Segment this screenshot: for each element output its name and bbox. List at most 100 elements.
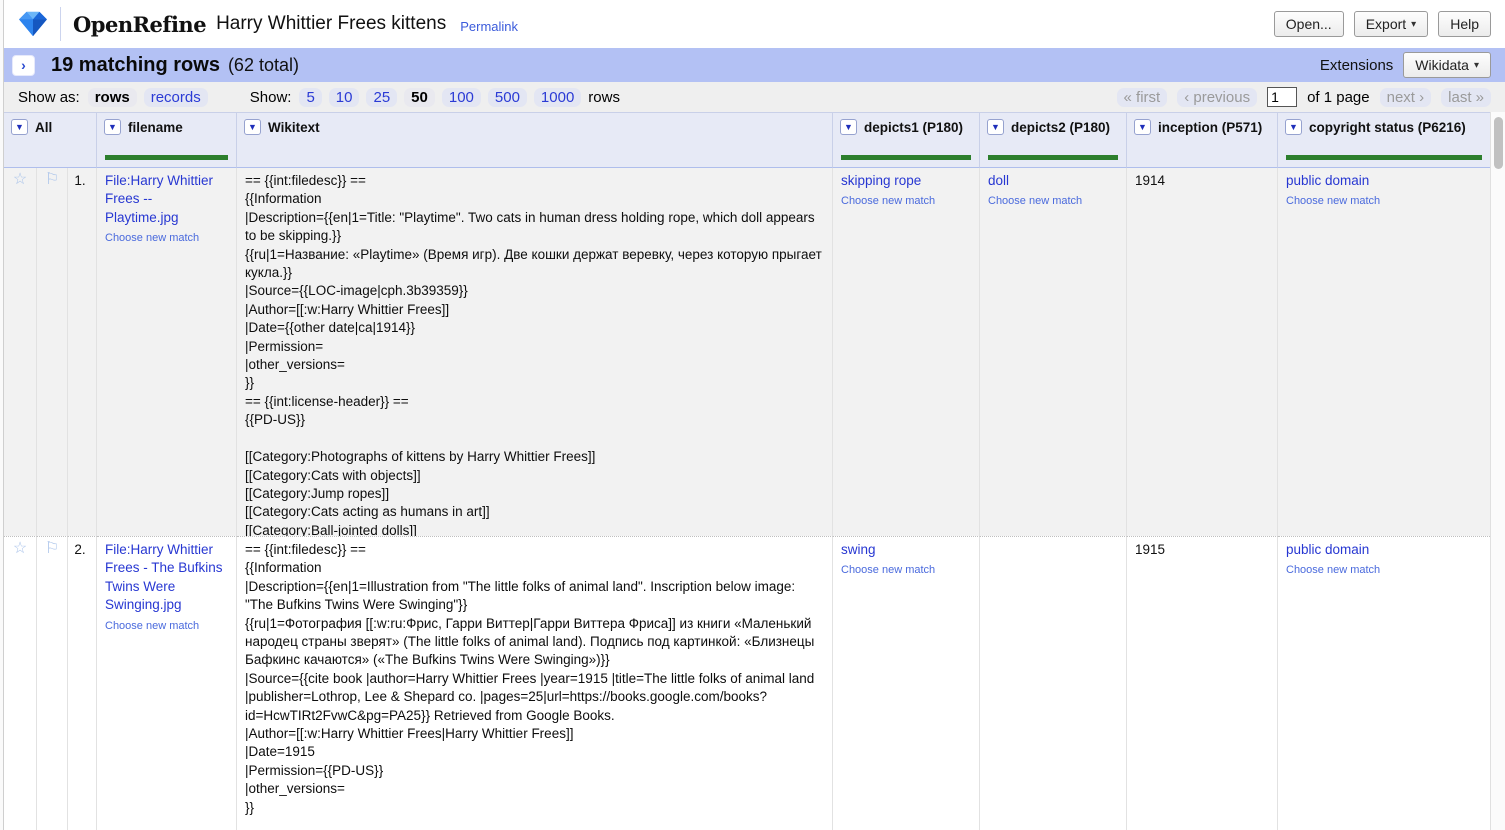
all-column-label: All <box>35 120 52 135</box>
depicts1-column-label: depicts1 (P180) <box>864 120 963 135</box>
filename-link[interactable]: File:Harry Whittier Frees -- Playtime.jp… <box>105 172 228 227</box>
permalink-link[interactable]: Permalink <box>460 19 518 34</box>
depicts1-column-menu-button[interactable]: ▼ <box>840 119 857 135</box>
depicts1-value-link[interactable]: swing <box>841 542 876 557</box>
column-header-depicts1: ▼ depicts1 (P180) <box>833 112 980 168</box>
chevron-down-icon: ▾ <box>1474 60 1479 71</box>
flag-icon[interactable]: ⚐ <box>45 172 59 188</box>
filename-cell: File:Harry Whittier Frees -- Playtime.jp… <box>97 168 237 536</box>
dropdown-icon: ▼ <box>15 123 24 132</box>
star-cell: ☆ <box>4 536 37 830</box>
expand-facet-panel-button[interactable]: › <box>12 55 35 76</box>
page-size-500[interactable]: 500 <box>488 88 527 107</box>
app-name: OpenRefine <box>73 12 206 37</box>
choose-new-match-link[interactable]: Choose new match <box>1286 192 1482 210</box>
choose-new-match-link[interactable]: Choose new match <box>841 561 971 579</box>
column-header-filename: ▼ filename <box>97 112 237 168</box>
depicts2-reconciliation-bar <box>988 155 1118 160</box>
dropdown-icon: ▼ <box>108 123 117 132</box>
vertical-scrollbar[interactable] <box>1490 112 1505 830</box>
logo-divider <box>60 7 61 41</box>
page-size-label: Show: <box>250 89 292 106</box>
total-rows-count: (62 total) <box>228 55 299 76</box>
wikitext-cell[interactable]: == {{int:filedesc}} == {{Information |De… <box>237 536 833 830</box>
copyright-status-reconciliation-bar <box>1286 155 1482 160</box>
summary-bar: › 19 matching rows (62 total) Extensions… <box>4 48 1505 82</box>
choose-new-match-link[interactable]: Choose new match <box>1286 561 1482 579</box>
copyright-status-value-link[interactable]: public domain <box>1286 173 1369 188</box>
show-as-records-option[interactable]: records <box>144 88 208 107</box>
choose-new-match-link[interactable]: Choose new match <box>105 617 228 635</box>
choose-new-match-link[interactable]: Choose new match <box>988 192 1118 210</box>
view-options-bar: Show as: rows records Show: 5 10 25 50 1… <box>4 82 1505 112</box>
star-cell: ☆ <box>4 168 37 536</box>
previous-page-button[interactable]: ‹ previous <box>1177 88 1257 107</box>
filename-reconciliation-bar <box>105 155 228 160</box>
copyright-status-column-label: copyright status (P6216) <box>1309 120 1466 135</box>
dropdown-icon: ▼ <box>1289 123 1298 132</box>
page-size-100[interactable]: 100 <box>442 88 481 107</box>
page-size-50-selected[interactable]: 50 <box>404 88 435 107</box>
copyright-status-cell: public domain Choose new match <box>1278 168 1490 536</box>
page-count-label: of 1 page <box>1307 89 1370 106</box>
last-page-button[interactable]: last » <box>1441 88 1491 107</box>
project-title: Harry Whittier Frees kittens <box>216 13 446 35</box>
flag-cell: ⚐ <box>37 536 68 830</box>
inception-cell[interactable]: 1914 <box>1127 168 1278 536</box>
choose-new-match-link[interactable]: Choose new match <box>105 229 228 247</box>
page-size-5[interactable]: 5 <box>299 88 321 107</box>
open-button[interactable]: Open... <box>1274 11 1344 37</box>
copyright-status-value-link[interactable]: public domain <box>1286 542 1369 557</box>
page-number-input[interactable] <box>1267 87 1297 107</box>
filename-column-label: filename <box>128 120 183 135</box>
wikitext-column-menu-button[interactable]: ▼ <box>244 119 261 135</box>
openrefine-diamond-icon <box>18 11 48 37</box>
depicts2-column-menu-button[interactable]: ▼ <box>987 119 1004 135</box>
filename-column-menu-button[interactable]: ▼ <box>104 119 121 135</box>
page-size-10[interactable]: 10 <box>329 88 360 107</box>
dropdown-icon: ▼ <box>248 123 257 132</box>
page-size-1000[interactable]: 1000 <box>534 88 581 107</box>
inception-cell[interactable]: 1915 <box>1127 536 1278 830</box>
depicts1-cell: skipping rope Choose new match <box>833 168 980 536</box>
wikitext-cell[interactable]: == {{int:filedesc}} == {{Information |De… <box>237 168 833 536</box>
chevron-down-icon: ▾ <box>1411 19 1416 30</box>
star-icon[interactable]: ☆ <box>13 541 27 557</box>
filename-link[interactable]: File:Harry Whittier Frees - The Bufkins … <box>105 541 228 615</box>
help-button[interactable]: Help <box>1438 11 1491 37</box>
column-header-wikitext: ▼ Wikitext <box>237 112 833 168</box>
inception-column-label: inception (P571) <box>1158 120 1262 135</box>
star-icon[interactable]: ☆ <box>13 172 27 188</box>
wikitext-column-label: Wikitext <box>268 120 320 135</box>
depicts2-value-link[interactable]: doll <box>988 173 1009 188</box>
dropdown-icon: ▼ <box>844 123 853 132</box>
column-header-inception: ▼ inception (P571) <box>1127 112 1278 168</box>
extensions-label: Extensions <box>1320 57 1393 74</box>
page-size-25[interactable]: 25 <box>366 88 397 107</box>
matching-rows-count: 19 matching rows <box>51 54 220 77</box>
next-page-button[interactable]: next › <box>1380 88 1432 107</box>
collapsed-left-panel-edge <box>0 0 4 830</box>
filename-cell: File:Harry Whittier Frees - The Bufkins … <box>97 536 237 830</box>
table-row: ☆ ⚐ 1. File:Harry Whittier Frees -- Play… <box>4 168 1490 536</box>
depicts1-value-link[interactable]: skipping rope <box>841 173 921 188</box>
show-as-rows-option[interactable]: rows <box>88 88 137 107</box>
flag-icon[interactable]: ⚐ <box>45 541 59 557</box>
column-header-depicts2: ▼ depicts2 (P180) <box>980 112 1127 168</box>
choose-new-match-link[interactable]: Choose new match <box>841 192 971 210</box>
all-column-menu-button[interactable]: ▼ <box>11 119 28 135</box>
depicts2-cell <box>980 536 1127 830</box>
inception-column-menu-button[interactable]: ▼ <box>1134 119 1151 135</box>
column-header-copyright-status: ▼ copyright status (P6216) <box>1278 112 1490 168</box>
depicts1-reconciliation-bar <box>841 155 971 160</box>
app-bar: OpenRefine Harry Whittier Frees kittens … <box>4 0 1505 48</box>
wikidata-extension-button[interactable]: Wikidata ▾ <box>1403 52 1491 78</box>
first-page-button[interactable]: « first <box>1117 88 1168 107</box>
table-header-row: ▼ All ▼ filename ▼ Wikitext ▼ depicts1 (… <box>4 112 1490 168</box>
pagination: « first ‹ previous of 1 page next › last… <box>1117 87 1491 107</box>
flag-cell: ⚐ <box>37 168 68 536</box>
export-button[interactable]: Export ▾ <box>1354 11 1429 37</box>
copyright-status-column-menu-button[interactable]: ▼ <box>1285 119 1302 135</box>
row-index: 1. <box>68 168 97 536</box>
scrollbar-thumb[interactable] <box>1494 117 1503 169</box>
